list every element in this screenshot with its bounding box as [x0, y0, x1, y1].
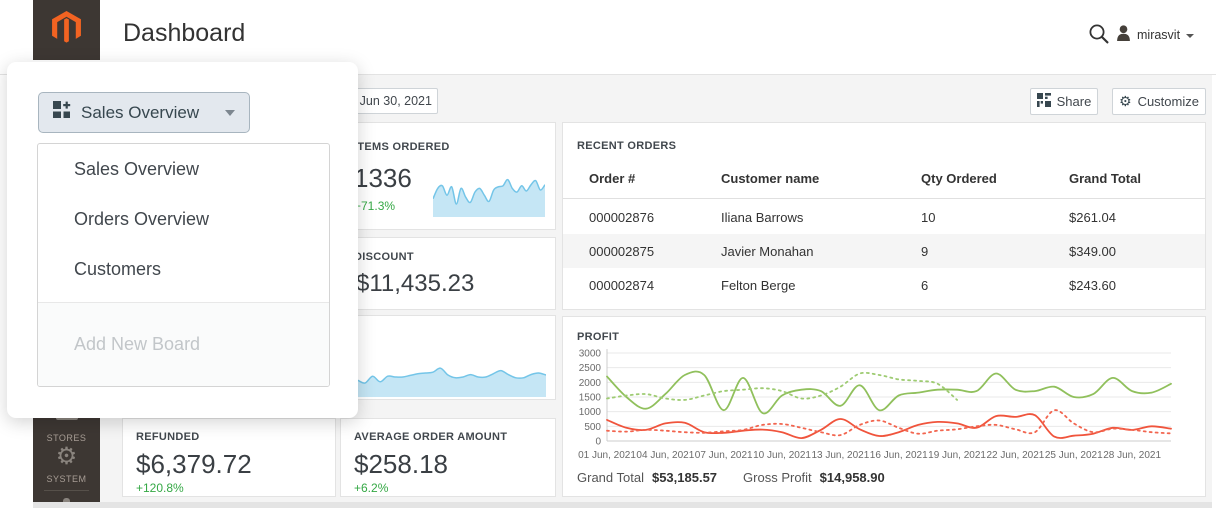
refunded-label: REFUNDED: [136, 431, 200, 443]
profit-series-green-solid: [607, 372, 1171, 414]
order-cell: Iliana Barrows: [721, 210, 921, 225]
magento-logo[interactable]: [33, 0, 100, 60]
svg-text:07 Jun, 2021: 07 Jun, 2021: [695, 450, 753, 461]
gear-icon: ⚙: [56, 442, 78, 470]
chevron-down-icon: [1186, 34, 1194, 38]
sidebar-divider: [44, 490, 89, 491]
svg-text:0: 0: [595, 437, 601, 448]
svg-text:16 Jun, 2021: 16 Jun, 2021: [870, 450, 928, 461]
discount-value: $11,435.23: [356, 270, 474, 298]
order-row[interactable]: 000002876Iliana Barrows10$261.04: [563, 200, 1205, 234]
share-button[interactable]: Share: [1030, 88, 1098, 115]
board-menu-item[interactable]: Orders Overview: [38, 194, 329, 244]
board-menu-item[interactable]: Customers: [38, 244, 329, 294]
sidebar-item-label: SYSTEM: [46, 474, 86, 484]
svg-text:22 Jun, 2021: 22 Jun, 2021: [986, 450, 1044, 461]
add-new-board-item[interactable]: Add New Board: [38, 303, 329, 386]
boards-icon: [53, 101, 71, 124]
discount-card: DISCOUNT $11,435.23: [340, 237, 556, 310]
username: mirasvit: [1137, 28, 1180, 42]
items-ordered-delta: +71.3%: [354, 199, 395, 213]
recent-orders-card: RECENT ORDERS Order # Customer name Qty …: [562, 122, 1206, 310]
discount-label: DISCOUNT: [354, 251, 414, 263]
col-grand-total: Grand Total: [1069, 171, 1205, 186]
board-menu-list: Sales OverviewOrders OverviewCustomers A…: [37, 143, 330, 387]
selector-caret-icon: [225, 110, 235, 116]
gross-profit-label: Gross Profit: [743, 470, 812, 485]
profit-footer: Grand Total $53,185.57 Gross Profit $14,…: [577, 470, 903, 485]
order-cell: 000002874: [589, 278, 721, 293]
svg-text:2500: 2500: [579, 363, 602, 374]
grand-total-value: $53,185.57: [652, 470, 717, 485]
search-icon[interactable]: [1088, 23, 1110, 45]
profit-series-red-dotted: [607, 410, 1171, 435]
customize-gear-icon: ⚙: [1119, 94, 1132, 110]
user-menu[interactable]: mirasvit: [1116, 22, 1194, 48]
order-cell: Felton Berge: [721, 278, 921, 293]
trend-sparkline-card: [340, 315, 556, 400]
page-title: Dashboard: [123, 19, 245, 48]
order-cell: 000002875: [589, 244, 721, 259]
avg-order-delta: +6.2%: [354, 481, 388, 495]
board-selector-label: Sales Overview: [81, 103, 215, 123]
order-cell: 6: [921, 278, 1069, 293]
refunded-card: REFUNDED $6,379.72 +120.8%: [122, 418, 336, 497]
order-row[interactable]: 000002875Javier Monahan9$349.00: [563, 234, 1205, 268]
col-customer-name: Customer name: [721, 171, 921, 186]
profit-card: PROFIT 0 500 1000 1500 2000 2500 3000 01 Jun, 2…: [562, 316, 1206, 497]
svg-text:13 Jun, 2021: 13 Jun, 2021: [811, 450, 869, 461]
refunded-value: $6,379.72: [136, 449, 252, 480]
order-cell: $261.04: [1069, 210, 1205, 225]
order-cell: 10: [921, 210, 1069, 225]
date-range-box[interactable]: - Jun 30, 2021: [346, 88, 438, 114]
svg-text:19 Jun, 2021: 19 Jun, 2021: [928, 450, 986, 461]
refunded-delta: +120.8%: [136, 481, 184, 495]
svg-text:1000: 1000: [579, 407, 602, 418]
bottom-edge: [33, 502, 1212, 508]
order-cell: 9: [921, 244, 1069, 259]
order-cell: 000002876: [589, 210, 721, 225]
items-ordered-value: 1336: [354, 163, 412, 194]
avg-order-value: $258.18: [354, 449, 448, 480]
board-menu-item[interactable]: Sales Overview: [38, 144, 329, 194]
svg-text:1500: 1500: [579, 393, 602, 404]
svg-text:25 Jun, 2021: 25 Jun, 2021: [1045, 450, 1103, 461]
avg-order-card: AVERAGE ORDER AMOUNT $258.18 +6.2%: [340, 418, 556, 497]
svg-text:500: 500: [584, 422, 601, 433]
share-icon: [1037, 93, 1051, 110]
col-qty-ordered: Qty Ordered: [921, 171, 1069, 186]
items-ordered-card: ITEMS ORDERED 1336 +71.3%: [340, 122, 556, 230]
profit-title: PROFIT: [577, 331, 619, 343]
avg-order-label: AVERAGE ORDER AMOUNT: [354, 431, 507, 443]
customize-button[interactable]: ⚙ Customize: [1112, 88, 1206, 115]
board-selector-button[interactable]: Sales Overview: [38, 92, 250, 133]
svg-text:04 Jun, 2021: 04 Jun, 2021: [636, 450, 694, 461]
trend-sparkline: [350, 357, 546, 397]
svg-text:28 Jun, 2021: 28 Jun, 2021: [1103, 450, 1161, 461]
magento-dashboard-page: Dashboard mirasvit STORES ⚙ SYS: [0, 0, 1216, 508]
profit-chart: 0 500 1000 1500 2000 2500 3000 01 Jun, 202104 J…: [571, 345, 1183, 467]
order-cell: $243.60: [1069, 278, 1205, 293]
col-order-number: Order #: [589, 171, 721, 186]
svg-text:10 Jun, 2021: 10 Jun, 2021: [753, 450, 811, 461]
items-ordered-label: ITEMS ORDERED: [354, 141, 450, 153]
svg-text:3000: 3000: [579, 349, 602, 360]
grand-total-label: Grand Total: [577, 470, 644, 485]
order-cell: $349.00: [1069, 244, 1205, 259]
svg-text:2000: 2000: [579, 378, 602, 389]
magento-logo-icon: [52, 11, 81, 49]
recent-orders-title: RECENT ORDERS: [577, 140, 676, 152]
user-icon: [1116, 25, 1131, 46]
items-ordered-sparkline: [433, 165, 545, 217]
order-cell: Javier Monahan: [721, 244, 921, 259]
recent-orders-header-row: Order # Customer name Qty Ordered Grand …: [563, 159, 1205, 199]
svg-text:01 Jun, 2021: 01 Jun, 2021: [578, 450, 636, 461]
gross-profit-value: $14,958.90: [820, 470, 885, 485]
board-dropdown-panel: Sales Overview Sales OverviewOrders Over…: [7, 62, 358, 418]
sidebar-item-system[interactable]: ⚙ SYSTEM: [33, 443, 100, 487]
order-row[interactable]: 000002874Felton Berge6$243.60: [563, 268, 1205, 302]
share-button-label: Share: [1057, 94, 1092, 109]
customize-button-label: Customize: [1138, 94, 1199, 109]
